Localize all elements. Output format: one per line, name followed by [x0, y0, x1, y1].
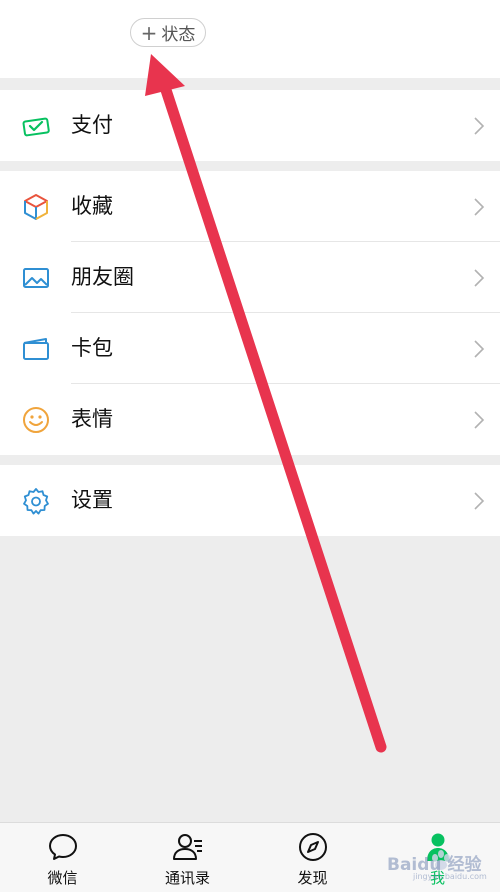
tab-contacts[interactable]: 通讯录	[125, 823, 250, 892]
menu-item-moments[interactable]: 朋友圈	[0, 242, 500, 313]
smiley-sticker-icon	[23, 407, 49, 433]
menu-item-pay[interactable]: 支付	[0, 90, 500, 161]
profile-header: + 状态	[0, 0, 500, 78]
tools-group: 收藏 朋友圈 卡包 表情	[0, 171, 500, 455]
tab-discover[interactable]: 发现	[250, 823, 375, 892]
menu-item-label: 收藏	[71, 194, 113, 218]
menu-item-settings[interactable]: 设置	[0, 465, 500, 536]
contacts-icon	[173, 834, 202, 860]
tab-chats[interactable]: 微信	[0, 823, 125, 892]
menu-item-label: 卡包	[71, 336, 113, 360]
chat-bubble-icon	[49, 834, 77, 860]
settings-group: 设置	[0, 465, 500, 536]
baidu-watermark: Baidu 经验 jingyan.baidu.com	[383, 836, 495, 886]
gear-settings-icon	[23, 488, 49, 515]
watermark-subtext: jingyan.baidu.com	[413, 872, 487, 881]
tab-label: 发现	[297, 869, 328, 887]
chevron-right-icon	[474, 340, 485, 358]
menu-item-label: 朋友圈	[71, 265, 134, 289]
menu-item-stickers[interactable]: 表情	[0, 384, 500, 455]
chevron-right-icon	[474, 198, 485, 216]
chevron-right-icon	[474, 492, 485, 510]
moments-picture-icon	[23, 268, 49, 288]
menu-item-favorites[interactable]: 收藏	[0, 171, 500, 242]
tab-label: 微信	[47, 869, 78, 887]
favorites-cube-icon	[24, 194, 48, 220]
chevron-right-icon	[474, 117, 485, 135]
menu-item-label: 表情	[71, 407, 113, 431]
compass-icon	[299, 833, 327, 861]
tab-label: 通讯录	[164, 869, 210, 887]
status-button-label: 状态	[161, 25, 196, 45]
menu-item-label: 设置	[71, 488, 113, 512]
plus-icon: +	[140, 20, 158, 45]
add-status-button[interactable]: + 状态	[130, 18, 206, 47]
wechat-pay-icon	[22, 117, 50, 137]
menu-item-card-wallet[interactable]: 卡包	[0, 313, 500, 384]
chevron-right-icon	[474, 269, 485, 287]
menu-item-label: 支付	[71, 113, 113, 137]
chevron-right-icon	[474, 411, 485, 429]
card-wallet-icon	[23, 338, 49, 360]
pay-group: 支付	[0, 90, 500, 161]
